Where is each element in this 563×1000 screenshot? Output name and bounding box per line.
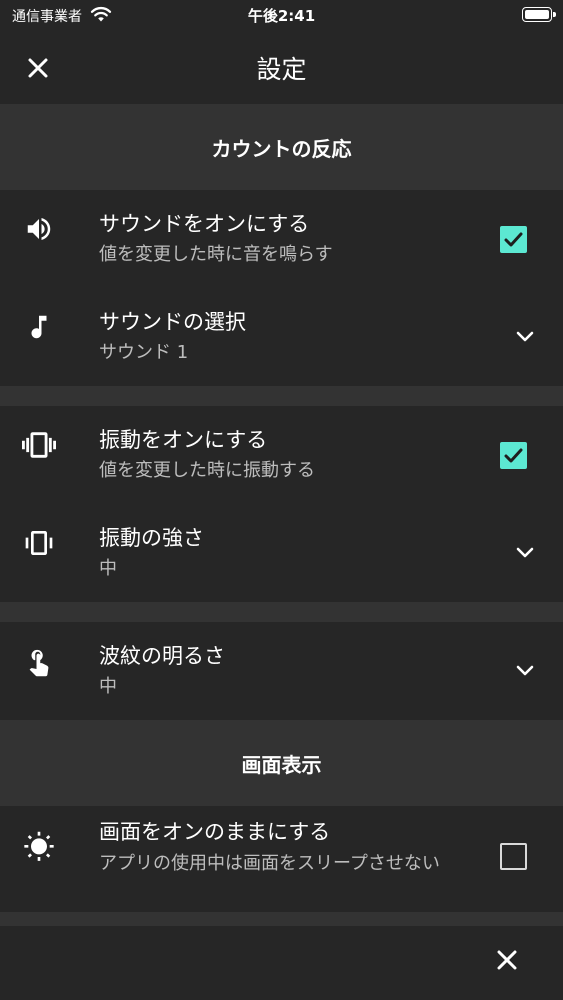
check-icon: [504, 232, 523, 247]
touch-hand-icon: [20, 644, 58, 682]
page-title: 設定: [256, 55, 307, 84]
group-divider: [0, 912, 563, 926]
vibration-group: 振動をオンにする 値を変更した時に振動する 振動の強さ 中: [0, 406, 563, 602]
ripple-group: 波紋の明るさ 中: [0, 622, 563, 720]
group-divider: [0, 386, 563, 406]
section-header-screen-display: 画面表示: [0, 720, 563, 806]
sound-on-row[interactable]: サウンドをオンにする 値を変更した時に音を鳴らす: [0, 190, 563, 288]
ripple-brightness-value: 中: [99, 676, 117, 697]
vibration-strength-row[interactable]: 振動の強さ 中: [0, 504, 563, 602]
keep-screen-on-title: 画面をオンのままにする: [99, 820, 331, 844]
vibration-strength-title: 振動の強さ: [99, 526, 204, 550]
status-time: 午後2:41: [247, 7, 316, 25]
sound-group: サウンドをオンにする 値を変更した時に音を鳴らす サウンドの選択 サウンド 1: [0, 190, 563, 386]
section-header-count-reaction: カウントの反応: [0, 104, 563, 190]
sound-on-checkbox[interactable]: [500, 226, 527, 253]
vibration-strength-value: 中: [99, 558, 117, 579]
sound-on-subtitle: 値を変更した時に音を鳴らす: [99, 244, 333, 265]
music-note-icon: [20, 308, 58, 346]
keep-screen-on-subtitle: アプリの使用中は画面をスリープさせない: [99, 853, 440, 874]
chevron-down-icon[interactable]: [514, 546, 536, 560]
keep-screen-on-row[interactable]: 画面をオンのままにする アプリの使用中は画面をスリープさせない: [0, 806, 563, 912]
close-icon[interactable]: [493, 946, 521, 974]
vibration-on-checkbox[interactable]: [500, 442, 527, 469]
ripple-brightness-row[interactable]: 波紋の明るさ 中: [0, 622, 563, 720]
status-bar: 通信事業者 午後2:41: [0, 0, 563, 30]
vibration-on-subtitle: 値を変更した時に振動する: [99, 460, 315, 481]
brightness-icon: [20, 828, 58, 866]
sound-select-value: サウンド 1: [99, 342, 189, 363]
bottom-bar: [0, 926, 563, 1000]
nav-bar: 設定: [0, 30, 563, 104]
keep-screen-on-checkbox[interactable]: [500, 843, 527, 870]
ripple-brightness-title: 波紋の明るさ: [99, 644, 225, 668]
check-icon: [504, 448, 523, 463]
chevron-down-icon[interactable]: [514, 664, 536, 678]
screen-group: 画面をオンのままにする アプリの使用中は画面をスリープさせない: [0, 806, 563, 912]
phone-vibrate-icon: [20, 524, 58, 562]
chevron-down-icon[interactable]: [514, 330, 536, 344]
sound-on-title: サウンドをオンにする: [99, 212, 310, 236]
speaker-icon: [20, 210, 58, 248]
vibration-on-row[interactable]: 振動をオンにする 値を変更した時に振動する: [0, 406, 563, 504]
group-divider: [0, 602, 563, 622]
battery-icon: [522, 7, 556, 22]
sound-select-row[interactable]: サウンドの選択 サウンド 1: [0, 288, 563, 386]
vibration-on-title: 振動をオンにする: [99, 428, 268, 452]
sound-select-title: サウンドの選択: [99, 310, 246, 334]
vibration-icon: [20, 426, 58, 464]
